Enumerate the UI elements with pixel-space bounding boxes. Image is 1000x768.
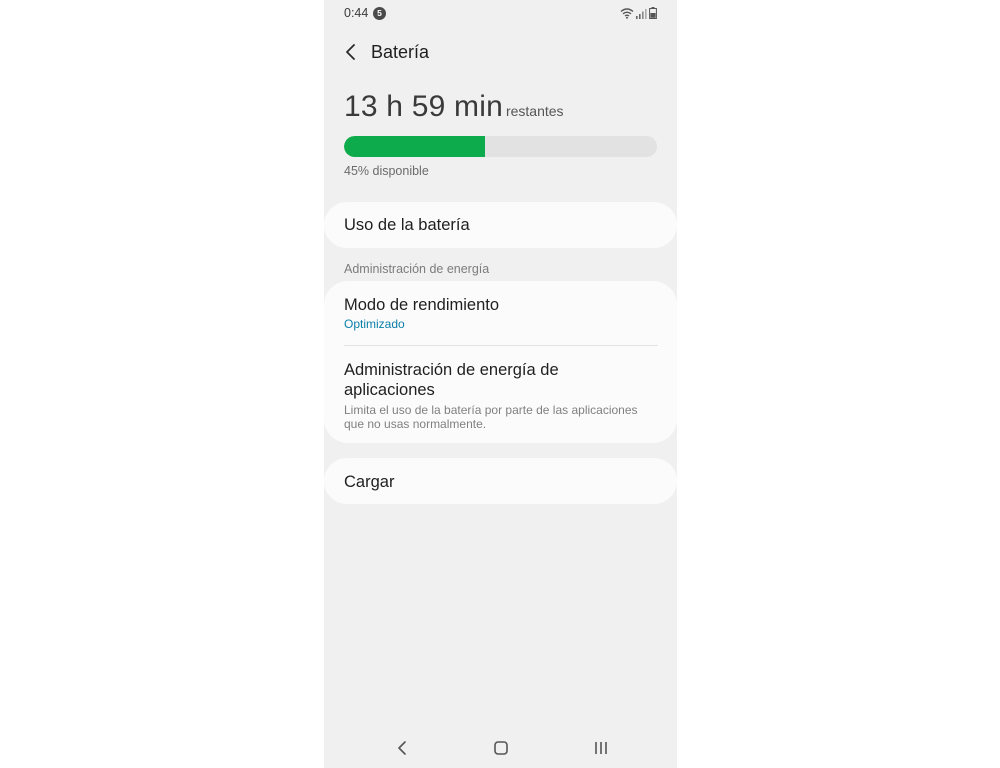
charging-card: Cargar [324, 458, 677, 504]
phone-screen: 0:44 5 Batería 13 h 59 min restantes 45%… [324, 0, 677, 768]
page-title: Batería [371, 42, 430, 62]
back-icon [398, 741, 406, 755]
signal-icon [636, 8, 647, 19]
battery-level-bar [344, 136, 657, 157]
home-icon [494, 741, 508, 755]
battery-usage-label: Uso de la batería [344, 216, 470, 234]
app-power-desc-line1: Limita el uso de la batería por parte de… [344, 403, 638, 417]
status-icons [620, 7, 657, 19]
app-header: Batería [324, 36, 677, 70]
charging-item[interactable]: Cargar [324, 458, 677, 504]
battery-percent-label: 45% disponible [344, 164, 429, 178]
time-remaining-suffix: restantes [505, 103, 564, 119]
wifi-icon [620, 8, 634, 19]
time-remaining-value: 13 h 59 min [344, 90, 503, 123]
nav-home-button[interactable] [491, 738, 511, 758]
performance-mode-item[interactable]: Modo de rendimiento Optimizado [324, 281, 677, 345]
status-time: 0:44 [344, 6, 369, 20]
status-bar: 0:44 5 [324, 0, 677, 28]
battery-level-fill [344, 136, 485, 157]
nav-back-button[interactable] [393, 738, 413, 758]
performance-mode-value: Optimizado [344, 317, 405, 331]
nav-recents-button[interactable] [591, 738, 611, 758]
recents-icon [595, 742, 607, 754]
app-power-title-line1: Administración de energía de [344, 361, 559, 379]
navigation-bar [324, 728, 677, 768]
charging-label: Cargar [344, 473, 395, 491]
notification-count-badge: 5 [373, 7, 386, 20]
back-arrow-icon [346, 44, 355, 60]
app-power-desc-line2: que no usas normalmente. [344, 417, 487, 431]
time-remaining: 13 h 59 min restantes [344, 90, 564, 124]
back-button[interactable] [340, 40, 364, 64]
app-power-management-item[interactable]: Administración de energía de aplicacione… [324, 345, 677, 443]
power-management-card: Modo de rendimiento Optimizado Administr… [324, 281, 677, 443]
battery-usage-item[interactable]: Uso de la batería [324, 202, 677, 248]
battery-usage-card: Uso de la batería [324, 202, 677, 248]
section-header-power-management: Administración de energía [344, 262, 490, 276]
performance-mode-title: Modo de rendimiento [344, 296, 500, 314]
app-power-title-line2: aplicaciones [344, 381, 435, 399]
battery-icon [649, 7, 657, 19]
